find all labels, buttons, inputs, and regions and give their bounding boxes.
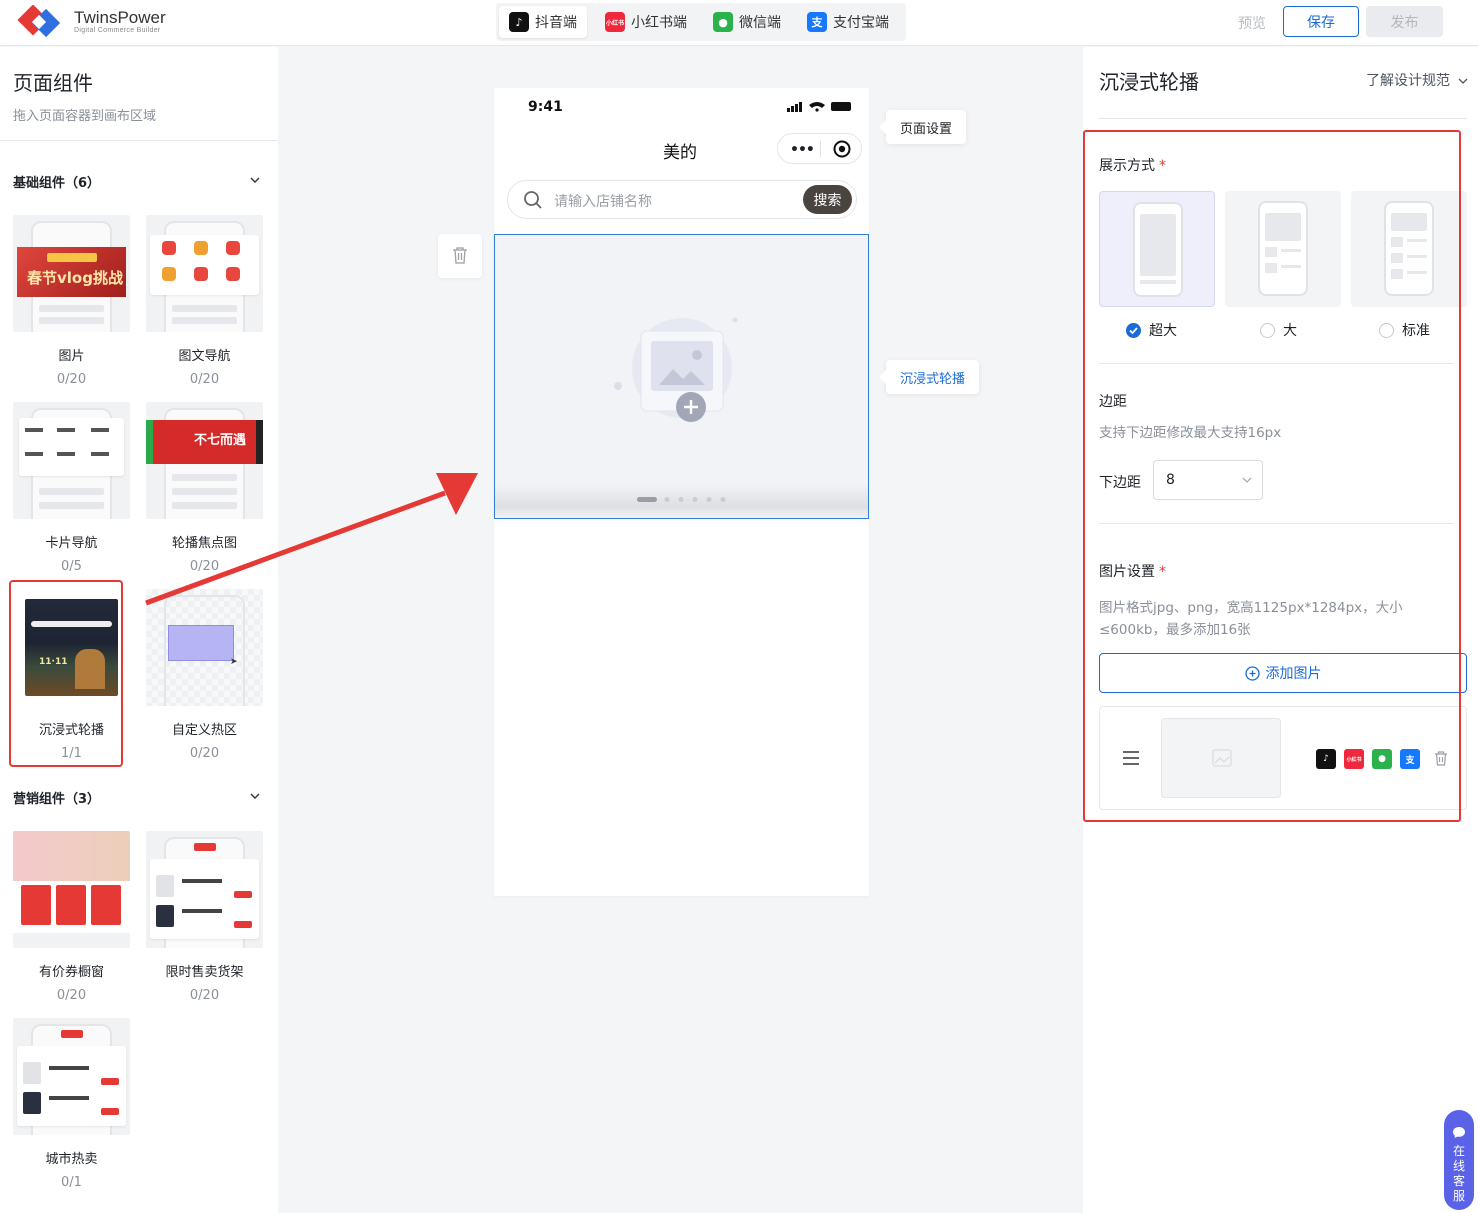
- component-name: 图文导航: [178, 349, 231, 364]
- douyin-icon: ♪: [509, 12, 529, 32]
- component-thumbnail: [13, 402, 130, 519]
- component-thumbnail: 春节vlog挑战: [13, 215, 130, 332]
- publish-button[interactable]: 发布: [1366, 6, 1443, 37]
- component-count: 0/20: [56, 988, 87, 1003]
- component-name: 图片: [58, 349, 85, 364]
- component-count: 0/20: [189, 746, 220, 761]
- tab-label: 微信端: [739, 15, 781, 31]
- save-button[interactable]: 保存: [1283, 6, 1359, 37]
- tab-douyin[interactable]: ♪ 抖音端: [499, 6, 587, 38]
- group-title-basic: 基础组件（6）: [13, 176, 101, 191]
- panel-divider: [0, 140, 278, 141]
- component-name: 有价券橱窗: [38, 965, 104, 980]
- design-guide-link[interactable]: 了解设计规范: [1366, 70, 1468, 90]
- cursor-icon: ➤: [230, 657, 238, 667]
- banner-text: 春节vlog挑战: [27, 269, 123, 287]
- delete-component-button[interactable]: [438, 234, 482, 278]
- component-thumbnail: [146, 215, 263, 332]
- preview-button[interactable]: 预览: [1238, 13, 1266, 33]
- tab-label: 小红书端: [631, 15, 687, 31]
- more-icon[interactable]: •••: [790, 142, 815, 158]
- properties-title: 沉浸式轮播: [1099, 70, 1199, 94]
- page-settings-tip[interactable]: 页面设置: [886, 110, 967, 144]
- component-name: 自定义热区: [171, 723, 237, 738]
- component-count: 0/20: [189, 988, 220, 1003]
- selected-component-highlight: [9, 580, 123, 767]
- design-guide-label: 了解设计规范: [1366, 73, 1450, 89]
- tab-alipay[interactable]: 支 支付宝端: [797, 6, 899, 38]
- status-time: 9:41: [528, 99, 563, 115]
- add-image-icon: [614, 317, 738, 422]
- component-thumbnail: [146, 831, 263, 948]
- component-custom-hotspot[interactable]: ➤ 自定义热区 0/20: [146, 589, 263, 761]
- component-city-hot-sale[interactable]: 城市热卖 0/1: [13, 1018, 130, 1190]
- divider: [1099, 118, 1467, 119]
- settings-highlight-box: [1083, 130, 1461, 822]
- panel-title: 页面组件: [13, 71, 93, 95]
- component-name: 城市热卖: [45, 1152, 98, 1167]
- mini-program-title: 美的: [663, 143, 697, 163]
- search-button[interactable]: 搜索: [803, 185, 852, 214]
- component-name: 限时售卖货架: [165, 965, 244, 980]
- spring-banner-image: 春节vlog挑战: [17, 247, 126, 297]
- alipay-icon: 支: [807, 12, 827, 32]
- hotspot-selection: [168, 625, 234, 661]
- chat-bubble-icon: [1453, 1127, 1465, 1138]
- immersive-carousel-placeholder[interactable]: [494, 234, 869, 519]
- tab-xiaohongshu[interactable]: 小红书 小红书端: [595, 6, 697, 38]
- brand-name: TwinsPower: [74, 8, 166, 27]
- twinspower-logo: [17, 5, 61, 38]
- store-search-bar[interactable]: 请输入店铺名称 搜索: [507, 180, 857, 219]
- tab-label: 支付宝端: [833, 15, 889, 31]
- xiaohongshu-icon: 小红书: [605, 12, 625, 32]
- component-tip[interactable]: 沉浸式轮播: [886, 360, 980, 394]
- promo-banner-image: 不七而遇: [146, 420, 263, 464]
- component-thumbnail: [13, 831, 130, 948]
- component-image[interactable]: 春节vlog挑战 图片 0/20: [13, 215, 130, 387]
- panel-subtitle: 拖入页面容器到画布区域: [13, 109, 157, 124]
- component-image-text-nav[interactable]: 图文导航 0/20: [146, 215, 263, 387]
- component-count: 0/1: [61, 1175, 82, 1190]
- brand-tagline: Digital Commerce Builder: [74, 27, 161, 34]
- mini-program-capsule[interactable]: •••: [777, 133, 862, 164]
- component-flash-sale-shelf[interactable]: 限时售卖货架 0/20: [146, 831, 263, 1003]
- group-title-marketing: 营销组件（3）: [13, 792, 101, 807]
- chevron-down-icon[interactable]: [250, 175, 260, 185]
- wechat-icon: ●: [713, 12, 733, 32]
- online-service-button[interactable]: 在 线 客 服: [1444, 1110, 1474, 1210]
- drag-arrow-annotation: [145, 473, 478, 606]
- tab-label: 抖音端: [535, 15, 577, 31]
- search-input[interactable]: 请输入店铺名称: [554, 191, 652, 211]
- search-icon: [524, 191, 542, 209]
- top-bar: TwinsPower Digital Commerce Builder ♪ 抖音…: [0, 0, 1478, 46]
- online-service-label: 在 线 客 服: [1453, 1144, 1466, 1203]
- banner-text: 不七而遇: [194, 433, 247, 448]
- component-name: 卡片导航: [45, 536, 98, 551]
- close-target-icon[interactable]: [833, 140, 851, 158]
- component-count: 0/20: [189, 372, 220, 387]
- tab-wechat[interactable]: ● 微信端: [703, 6, 791, 38]
- chevron-down-icon: [1458, 78, 1468, 84]
- chevron-down-icon[interactable]: [250, 791, 260, 801]
- component-coupon-window[interactable]: 有价券橱窗 0/20: [13, 831, 130, 1003]
- carousel-dots: [637, 497, 726, 502]
- component-thumbnail: [13, 1018, 130, 1135]
- component-count: 0/5: [61, 559, 82, 574]
- trash-icon: [453, 247, 467, 264]
- component-count: 0/20: [56, 372, 87, 387]
- status-bar-icons: [787, 102, 851, 112]
- component-card-nav[interactable]: 卡片导航 0/5: [13, 402, 130, 574]
- platform-tabs: ♪ 抖音端 小红书 小红书端 ● 微信端 支 支付宝端: [496, 3, 906, 41]
